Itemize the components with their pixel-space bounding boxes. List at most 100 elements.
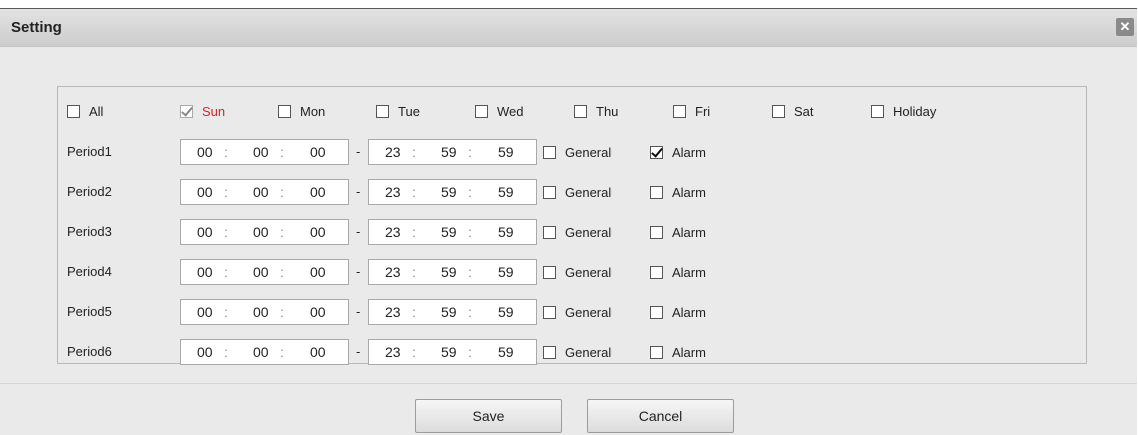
checkbox-icon[interactable] — [574, 104, 587, 118]
start-time-input[interactable]: 00 : 00 : 00 — [180, 259, 349, 285]
checkbox-checked-icon[interactable] — [180, 104, 193, 118]
minute-field[interactable]: 59 — [441, 304, 457, 320]
second-field[interactable]: 00 — [310, 304, 326, 320]
alarm-checkbox[interactable]: Alarm — [650, 345, 706, 360]
second-field[interactable]: 00 — [310, 184, 326, 200]
day-checkbox-mon[interactable]: Mon — [278, 103, 325, 119]
alarm-checkbox[interactable]: Alarm — [650, 225, 706, 240]
minute-field[interactable]: 59 — [441, 184, 457, 200]
second-field[interactable]: 59 — [498, 224, 514, 240]
end-time-input[interactable]: 23 : 59 : 59 — [368, 139, 537, 165]
second-field[interactable]: 59 — [498, 144, 514, 160]
alarm-checkbox[interactable]: Alarm — [650, 185, 706, 200]
general-checkbox[interactable]: General — [543, 265, 611, 280]
second-field[interactable]: 00 — [310, 144, 326, 160]
checkbox-icon[interactable] — [650, 266, 663, 279]
start-time-input[interactable]: 00 : 00 : 00 — [180, 139, 349, 165]
end-time-input[interactable]: 23 : 59 : 59 — [368, 179, 537, 205]
hour-field[interactable]: 23 — [385, 224, 401, 240]
start-time-input[interactable]: 00 : 00 : 00 — [180, 299, 349, 325]
end-time-input[interactable]: 23 : 59 : 59 — [368, 299, 537, 325]
second-field[interactable]: 59 — [498, 264, 514, 280]
general-checkbox[interactable]: General — [543, 345, 611, 360]
hour-field[interactable]: 00 — [197, 264, 213, 280]
hour-field[interactable]: 23 — [385, 344, 401, 360]
general-checkbox[interactable]: General — [543, 185, 611, 200]
day-label: Thu — [596, 103, 619, 119]
hour-field[interactable]: 00 — [197, 144, 213, 160]
second-field[interactable]: 59 — [498, 304, 514, 320]
checkbox-icon[interactable] — [543, 346, 556, 359]
day-checkbox-all[interactable]: All — [67, 103, 103, 119]
day-checkbox-tue[interactable]: Tue — [376, 103, 420, 119]
general-label: General — [565, 225, 612, 240]
minute-field[interactable]: 00 — [253, 264, 269, 280]
period-label: Period6 — [67, 344, 112, 359]
checkbox-icon[interactable] — [475, 104, 488, 118]
start-time-input[interactable]: 00 : 00 : 00 — [180, 179, 349, 205]
checkbox-icon[interactable] — [543, 146, 556, 159]
checkbox-icon[interactable] — [650, 346, 663, 359]
hour-field[interactable]: 00 — [197, 224, 213, 240]
alarm-checkbox[interactable]: Alarm — [650, 265, 706, 280]
day-checkbox-fri[interactable]: Fri — [673, 103, 710, 119]
general-checkbox[interactable]: General — [543, 225, 611, 240]
day-checkbox-sat[interactable]: Sat — [772, 103, 814, 119]
minute-field[interactable]: 59 — [441, 144, 457, 160]
start-time-input[interactable]: 00 : 00 : 00 — [180, 339, 349, 365]
minute-field[interactable]: 59 — [441, 224, 457, 240]
alarm-checkbox[interactable]: Alarm — [650, 305, 706, 320]
close-icon[interactable]: ✕ — [1116, 18, 1134, 36]
alarm-checkbox[interactable]: Alarm — [650, 145, 706, 160]
day-label: All — [89, 103, 104, 119]
checkbox-icon[interactable] — [543, 266, 556, 279]
hour-field[interactable]: 23 — [385, 264, 401, 280]
minute-field[interactable]: 59 — [441, 264, 457, 280]
minute-field[interactable]: 00 — [253, 144, 269, 160]
second-field[interactable]: 00 — [310, 264, 326, 280]
general-checkbox[interactable]: General — [543, 145, 611, 160]
cancel-button[interactable]: Cancel — [587, 399, 734, 433]
range-dash: - — [356, 344, 361, 359]
second-field[interactable]: 59 — [498, 344, 514, 360]
minute-field[interactable]: 00 — [253, 304, 269, 320]
checkbox-icon[interactable] — [772, 104, 785, 118]
checkbox-icon[interactable] — [543, 186, 556, 199]
end-time-input[interactable]: 23 : 59 : 59 — [368, 259, 537, 285]
hour-field[interactable]: 00 — [197, 304, 213, 320]
hour-field[interactable]: 00 — [197, 344, 213, 360]
checkbox-icon[interactable] — [543, 226, 556, 239]
checkbox-icon[interactable] — [67, 104, 80, 118]
general-checkbox[interactable]: General — [543, 305, 611, 320]
hour-field[interactable]: 23 — [385, 304, 401, 320]
minute-field[interactable]: 59 — [441, 344, 457, 360]
checkbox-icon[interactable] — [543, 306, 556, 319]
period-row: Period5 00 : 00 : 00 - 23 : 59 : 59 Gene… — [58, 299, 1086, 325]
end-time-input[interactable]: 23 : 59 : 59 — [368, 219, 537, 245]
start-time-input[interactable]: 00 : 00 : 00 — [180, 219, 349, 245]
save-button[interactable]: Save — [415, 399, 562, 433]
day-checkbox-thu[interactable]: Thu — [574, 103, 618, 119]
minute-field[interactable]: 00 — [253, 344, 269, 360]
checkbox-icon[interactable] — [650, 186, 663, 199]
checkbox-icon[interactable] — [673, 104, 686, 118]
hour-field[interactable]: 23 — [385, 184, 401, 200]
checkbox-icon[interactable] — [278, 104, 291, 118]
checkbox-icon[interactable] — [376, 104, 389, 118]
checkbox-checked-icon[interactable] — [650, 146, 663, 159]
minute-field[interactable]: 00 — [253, 184, 269, 200]
hour-field[interactable]: 00 — [197, 184, 213, 200]
checkbox-icon[interactable] — [871, 104, 884, 118]
checkbox-icon[interactable] — [650, 226, 663, 239]
time-separator: : — [412, 144, 416, 160]
second-field[interactable]: 00 — [310, 224, 326, 240]
checkbox-icon[interactable] — [650, 306, 663, 319]
minute-field[interactable]: 00 — [253, 224, 269, 240]
second-field[interactable]: 59 — [498, 184, 514, 200]
day-checkbox-wed[interactable]: Wed — [475, 103, 524, 119]
end-time-input[interactable]: 23 : 59 : 59 — [368, 339, 537, 365]
day-checkbox-sun[interactable]: Sun — [180, 103, 225, 119]
second-field[interactable]: 00 — [310, 344, 326, 360]
day-checkbox-holiday[interactable]: Holiday — [871, 103, 936, 119]
hour-field[interactable]: 23 — [385, 144, 401, 160]
